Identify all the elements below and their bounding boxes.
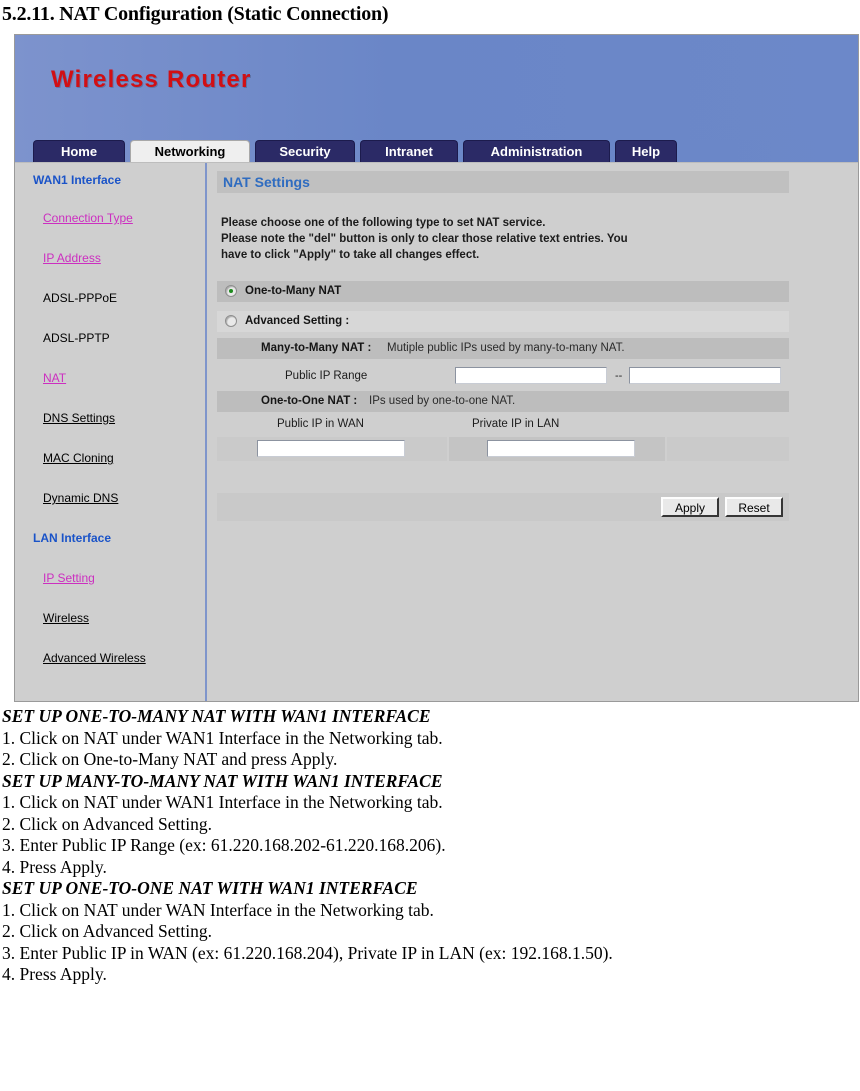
radio-one-to-many-nat[interactable] (225, 285, 237, 297)
input-public-ip-range-end[interactable] (629, 367, 781, 384)
router-screenshot-frame: Wireless Router Home Networking Security… (14, 34, 859, 702)
sidebar-item-connection-type[interactable]: Connection Type (43, 211, 133, 225)
option-row-one-to-many[interactable]: One-to-Many NAT (217, 281, 789, 302)
panel-heading: NAT Settings (223, 174, 310, 190)
input-private-ip-in-lan[interactable] (487, 440, 635, 457)
intro-text-block: Please choose one of the following type … (221, 215, 791, 263)
section-row-one-to-one: One-to-One NAT : IPs used by one-to-one … (217, 391, 789, 412)
nav-tab-strip: Home Networking Security Intranet Admini… (15, 140, 858, 162)
column-header-row-one-to-one: Public IP in WAN Private IP in LAN (217, 413, 789, 435)
sidebar-item-dns-settings[interactable]: DNS Settings (43, 411, 115, 425)
option-row-advanced-setting[interactable]: Advanced Setting : (217, 311, 789, 332)
cell-public-ip-wan (217, 437, 447, 461)
instruction-step: 1. Click on NAT under WAN1 Interface in … (2, 727, 443, 748)
router-banner: Wireless Router (15, 35, 858, 140)
instruction-step: 3. Enter Public IP in WAN (ex: 61.220.16… (2, 942, 613, 963)
input-public-ip-in-wan[interactable] (257, 440, 405, 457)
field-row-public-ip-range: Public IP Range -- (217, 363, 789, 389)
instruction-heading: SET UP MANY-TO-MANY NAT WITH WAN1 INTERF… (2, 770, 443, 791)
many-to-many-title: Many-to-Many NAT : (261, 342, 372, 354)
tab-home[interactable]: Home (33, 140, 125, 162)
instruction-step: 2. Click on Advanced Setting. (2, 813, 212, 834)
col-header-private-ip-lan: Private IP in LAN (472, 418, 560, 430)
sidebar-item-wireless[interactable]: Wireless (43, 611, 89, 625)
sidebar: WAN1 Interface Connection Type IP Addres… (15, 163, 207, 701)
sidebar-item-ip-setting[interactable]: IP Setting (43, 571, 95, 585)
sidebar-item-mac-cloning[interactable]: MAC Cloning (43, 451, 114, 465)
sidebar-item-dynamic-dns[interactable]: Dynamic DNS (43, 491, 118, 505)
cell-one-to-one-spacer (667, 437, 789, 461)
col-header-public-ip-wan: Public IP in WAN (277, 418, 364, 430)
instruction-step: 2. Click on One-to-Many NAT and press Ap… (2, 749, 338, 769)
instruction-step: 2. Click on Advanced Setting. (2, 921, 212, 941)
sidebar-group-wan1-title: WAN1 Interface (33, 173, 122, 187)
tab-administration[interactable]: Administration (463, 140, 610, 162)
radio-advanced-setting[interactable] (225, 315, 237, 327)
panel-header-bar: NAT Settings (217, 171, 789, 193)
page-title: 5.2.11. NAT Configuration (Static Connec… (2, 3, 389, 25)
sidebar-item-adsl-pppoe[interactable]: ADSL-PPPoE (43, 291, 117, 305)
main-content: NAT Settings Please choose one of the fo… (207, 163, 858, 701)
option-label-advanced-setting: Advanced Setting : (245, 315, 350, 327)
instruction-step: 4. Press Apply. (2, 964, 107, 984)
router-body: WAN1 Interface Connection Type IP Addres… (15, 162, 858, 701)
brand-logo-text: Wireless Router (51, 66, 252, 93)
intro-line-3: have to click "Apply" to take all change… (221, 249, 480, 261)
sidebar-group-lan-title: LAN Interface (33, 531, 112, 545)
input-row-one-to-one (217, 437, 789, 461)
intro-line-2: Please note the "del" button is only to … (221, 233, 628, 245)
sidebar-item-nat[interactable]: NAT (43, 371, 66, 385)
instruction-heading: SET UP ONE-TO-MANY NAT WITH WAN1 INTERFA… (2, 706, 431, 726)
range-separator: -- (615, 370, 623, 382)
instruction-step: 1. Click on NAT under WAN Interface in t… (2, 899, 434, 920)
sidebar-item-adsl-pptp[interactable]: ADSL-PPTP (43, 331, 110, 345)
one-to-one-desc: IPs used by one-to-one NAT. (369, 395, 516, 407)
section-row-many-to-many: Many-to-Many NAT : Mutiple public IPs us… (217, 338, 789, 359)
tab-security[interactable]: Security (255, 140, 355, 162)
cell-private-ip-lan (449, 437, 665, 461)
sidebar-item-ip-address[interactable]: IP Address (43, 251, 101, 265)
one-to-one-title: One-to-One NAT : (261, 395, 358, 407)
option-label-one-to-many: One-to-Many NAT (245, 285, 342, 297)
tab-help[interactable]: Help (615, 140, 677, 162)
tab-intranet[interactable]: Intranet (360, 140, 458, 162)
action-bar: Apply Reset (217, 493, 789, 521)
intro-line-1: Please choose one of the following type … (221, 217, 546, 229)
instructions-list: SET UP ONE-TO-MANY NAT WITH WAN1 INTERFA… (2, 706, 860, 986)
apply-button[interactable]: Apply (661, 497, 719, 517)
reset-button[interactable]: Reset (725, 497, 783, 517)
instruction-step: 3. Enter Public IP Range (ex: 61.220.168… (2, 835, 446, 855)
instruction-step: 4. Press Apply. (2, 856, 107, 877)
many-to-many-desc: Mutiple public IPs used by many-to-many … (387, 342, 625, 354)
instruction-step: 1. Click on NAT under WAN1 Interface in … (2, 792, 443, 812)
instruction-heading: SET UP ONE-TO-ONE NAT WITH WAN1 INTERFAC… (2, 878, 418, 898)
sidebar-item-advanced-wireless[interactable]: Advanced Wireless (43, 651, 146, 665)
input-public-ip-range-start[interactable] (455, 367, 607, 384)
tab-networking[interactable]: Networking (130, 140, 250, 162)
label-public-ip-range: Public IP Range (285, 370, 368, 382)
